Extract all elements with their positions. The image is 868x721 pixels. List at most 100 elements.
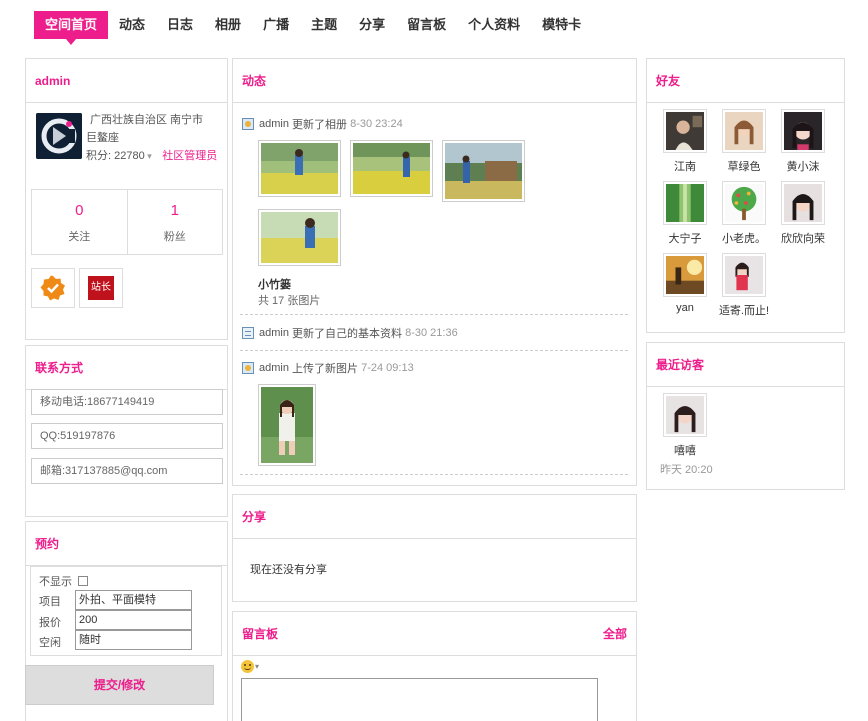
friend-avatar[interactable] xyxy=(663,181,707,225)
friend-name[interactable]: yan xyxy=(657,302,713,314)
friend-avatar[interactable] xyxy=(781,109,825,153)
visitors-title: 最近访客 xyxy=(647,343,844,387)
friend-item[interactable]: 江南 xyxy=(657,109,713,174)
credit-label[interactable]: 积分: 22780 xyxy=(36,150,145,162)
profile-stats: 0 关注 1 粉丝 xyxy=(31,189,223,255)
price-label: 报价 xyxy=(39,617,61,629)
submit-button[interactable]: 提交/修改 xyxy=(25,665,214,705)
friend-item[interactable]: yan xyxy=(657,253,713,314)
booking-form: 不显示 项目 外拍、平面模特 报价 200 空闲 随时 xyxy=(30,566,222,656)
feed-item: admin 更新了相册 8-30 23:24 xyxy=(242,116,403,132)
album-photo[interactable] xyxy=(442,140,525,202)
friend-name[interactable]: 黄小沫 xyxy=(775,158,831,174)
profile-title[interactable]: admin xyxy=(26,59,227,103)
share-panel: 分享 现在还没有分享 xyxy=(232,494,637,602)
photo-icon xyxy=(242,118,254,130)
feed-title: 动态 xyxy=(233,59,636,103)
tab-activity[interactable]: 动态 xyxy=(108,11,156,39)
feed-item: admin 上传了新图片 7-24 09:13 xyxy=(242,360,414,376)
feed-user[interactable]: admin xyxy=(259,118,289,130)
friend-item[interactable]: 黄小沫 xyxy=(775,109,831,174)
email-field: 邮箱:317137885@qq.com xyxy=(31,458,223,484)
album-photo[interactable] xyxy=(258,209,341,266)
smiley-icon xyxy=(241,660,254,673)
booking-title: 预约 xyxy=(26,522,227,566)
friend-item[interactable]: 大宁子 xyxy=(657,181,713,246)
tab-topic[interactable]: 主题 xyxy=(300,11,348,39)
visitor-avatar[interactable] xyxy=(663,393,707,437)
friend-name[interactable]: 小老虎。 xyxy=(716,230,772,246)
visitor-item[interactable]: 嘻嘻 xyxy=(657,393,713,458)
tab-album[interactable]: 相册 xyxy=(204,11,252,39)
fans-count: 1 xyxy=(170,202,179,219)
visitor-time: 昨天 20:20 xyxy=(660,464,713,476)
share-empty: 现在还没有分享 xyxy=(250,564,327,576)
friend-avatar[interactable] xyxy=(663,109,707,153)
item-input[interactable]: 外拍、平面模特 xyxy=(75,590,192,610)
admin-badge-text: 站长 xyxy=(88,276,114,300)
share-title: 分享 xyxy=(233,495,636,539)
friend-avatar[interactable] xyxy=(722,109,766,153)
chevron-down-icon[interactable]: ▾ xyxy=(145,151,155,161)
role-label[interactable]: 社区管理员 xyxy=(154,150,217,162)
free-label: 空闲 xyxy=(39,637,61,649)
price-input[interactable]: 200 xyxy=(75,610,192,630)
contact-title: 联系方式 xyxy=(26,346,227,390)
feed-time: 8-30 21:36 xyxy=(405,327,458,339)
friend-item[interactable]: 小老虎。 xyxy=(716,181,772,246)
album-name[interactable]: 小竹篓 xyxy=(258,276,291,292)
emoji-picker[interactable]: ▾ xyxy=(241,660,259,673)
friend-avatar[interactable] xyxy=(781,181,825,225)
visitor-name[interactable]: 嘻嘻 xyxy=(657,442,713,458)
friend-name[interactable]: 适寄.而止! xyxy=(716,302,772,318)
divider xyxy=(240,474,628,475)
feed-time: 8-30 23:24 xyxy=(350,118,403,130)
verified-badge-icon[interactable] xyxy=(31,268,75,308)
profile-credit-block: 积分: 22780 ▾ 社区管理员 xyxy=(36,147,222,165)
uploaded-photo[interactable] xyxy=(258,384,316,466)
profile-card-icon xyxy=(242,327,254,339)
album-photo[interactable] xyxy=(258,140,341,197)
feed-user[interactable]: admin xyxy=(259,327,289,339)
profile-location-block: 广西壮族自治区 南宁市 巨鳌座 xyxy=(86,111,216,147)
tab-share[interactable]: 分享 xyxy=(348,11,396,39)
friend-avatar[interactable] xyxy=(663,253,707,297)
hide-label: 不显示 xyxy=(39,576,72,588)
friend-item[interactable]: 适寄.而止! xyxy=(716,253,772,318)
guestbook-title: 留言板 xyxy=(242,627,279,641)
friend-item[interactable]: 草绿色 xyxy=(716,109,772,174)
admin-badge-icon[interactable]: 站长 xyxy=(79,268,123,308)
feed-time: 7-24 09:13 xyxy=(361,362,414,374)
friend-name[interactable]: 江南 xyxy=(657,158,713,174)
guestbook-textarea[interactable] xyxy=(241,678,598,721)
top-nav: 空间首页 动态 日志 相册 广播 主题 分享 留言板 个人资料 模特卡 xyxy=(34,10,592,45)
hide-checkbox[interactable] xyxy=(78,576,89,586)
friend-avatar[interactable] xyxy=(722,253,766,297)
friend-name[interactable]: 草绿色 xyxy=(716,158,772,174)
tab-blog[interactable]: 日志 xyxy=(156,11,204,39)
tab-guestbook[interactable]: 留言板 xyxy=(396,11,457,39)
guestbook-all-link[interactable]: 全部 xyxy=(603,612,627,655)
tab-broadcast[interactable]: 广播 xyxy=(252,11,300,39)
friend-name[interactable]: 大宁子 xyxy=(657,230,713,246)
photo-icon xyxy=(242,362,254,374)
free-input[interactable]: 随时 xyxy=(75,630,192,650)
friend-avatar[interactable] xyxy=(722,181,766,225)
contact-panel: 联系方式 移动电话:18677149419 QQ:519197876 邮箱:31… xyxy=(25,345,228,517)
divider xyxy=(240,314,628,315)
qq-field: QQ:519197876 xyxy=(31,423,223,449)
tab-space-home[interactable]: 空间首页 xyxy=(34,11,109,45)
friend-item[interactable]: 欣欣向荣 xyxy=(775,181,831,246)
feed-user[interactable]: admin xyxy=(259,362,289,374)
stat-follow[interactable]: 0 关注 xyxy=(32,190,127,254)
friends-title: 好友 xyxy=(647,59,844,103)
friend-name[interactable]: 欣欣向荣 xyxy=(775,230,831,246)
stat-fans[interactable]: 1 粉丝 xyxy=(126,190,223,254)
tab-profile[interactable]: 个人资料 xyxy=(457,11,531,39)
follow-count: 0 xyxy=(75,202,84,219)
album-photo[interactable] xyxy=(350,140,433,197)
tab-model-card[interactable]: 模特卡 xyxy=(531,11,592,39)
guestbook-header: 留言板 全部 xyxy=(233,612,636,656)
guestbook-panel: 留言板 全部 ▾ xyxy=(232,611,637,721)
item-label: 项目 xyxy=(39,596,61,608)
